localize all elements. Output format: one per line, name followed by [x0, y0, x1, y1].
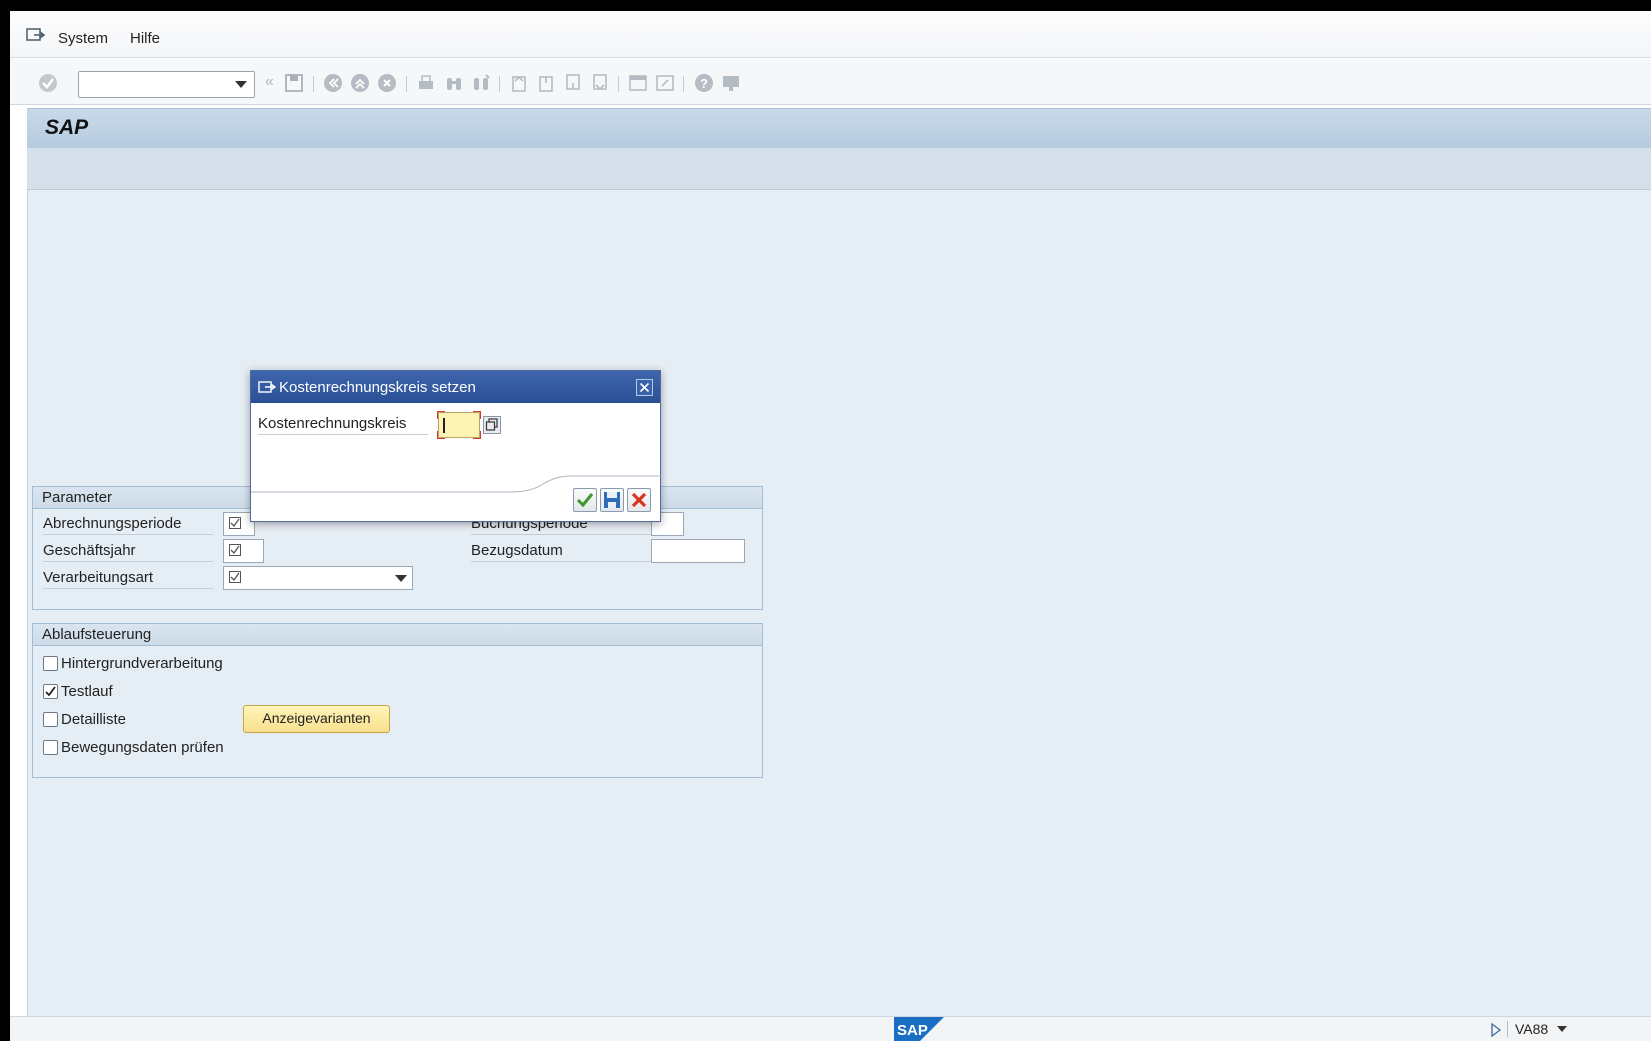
input-kostenrechnungskreis[interactable] [437, 411, 481, 439]
toolbar: « ? [10, 59, 1651, 105]
label-geschaeftsjahr: Geschäftsjahr [43, 540, 213, 562]
required-check-icon [229, 517, 241, 529]
chevron-down-icon[interactable] [395, 575, 407, 582]
previous-page-icon[interactable] [536, 73, 556, 93]
shortcut-icon[interactable] [655, 73, 675, 93]
label-bewegungsdaten-pruefen: Bewegungsdaten prüfen [61, 739, 224, 756]
title-bar: SAP [27, 108, 1651, 148]
save-icon[interactable] [284, 73, 304, 93]
group-ablaufsteuerung: Ablaufsteuerung Hintergrundverarbeitung … [32, 623, 763, 778]
label-detailliste: Detailliste [61, 711, 127, 728]
print-icon[interactable] [416, 73, 436, 93]
menu-system[interactable]: System [58, 30, 108, 47]
check-icon [45, 686, 56, 697]
menu-bar: System Hilfe [10, 11, 1651, 58]
enter-check-icon[interactable] [38, 73, 58, 93]
field-geschaeftsjahr[interactable] [223, 539, 264, 563]
required-check-icon [229, 571, 241, 583]
confirm-button[interactable] [573, 488, 597, 512]
label-testlauf: Testlauf [61, 683, 113, 700]
save-button[interactable] [600, 488, 624, 512]
chevron-down-icon[interactable] [235, 81, 247, 88]
checkbox-detailliste[interactable] [43, 712, 58, 727]
last-page-icon[interactable] [590, 73, 610, 93]
next-page-icon[interactable] [563, 73, 583, 93]
svg-text:SAP: SAP [897, 1022, 928, 1039]
cancel-icon[interactable] [377, 73, 397, 93]
dialog-title: Kostenrechnungskreis setzen [279, 379, 476, 396]
dropdown-verarbeitungsart[interactable] [223, 566, 413, 590]
group-header-ablaufsteuerung: Ablaufsteuerung [33, 624, 762, 646]
dialog-export-icon [258, 381, 277, 393]
dialog-header: Kostenrechnungskreis setzen [251, 371, 660, 403]
application-toolbar [27, 148, 1651, 190]
label-verarbeitungsart: Verarbeitungsart [43, 567, 213, 589]
save-icon [604, 492, 620, 508]
label-kostenrechnungskreis: Kostenrechnungskreis [258, 413, 428, 435]
content-area: Parameter Abrechnungsperiode Geschäftsja… [27, 190, 1651, 1016]
find-next-icon[interactable] [471, 73, 491, 93]
first-page-icon[interactable] [509, 73, 529, 93]
play-triangle-icon[interactable] [1490, 1022, 1502, 1038]
menu-export-icon[interactable] [26, 27, 46, 43]
chevron-down-icon[interactable] [1557, 1026, 1567, 1032]
required-check-icon [229, 544, 241, 556]
label-bezugsdatum: Bezugsdatum [471, 540, 651, 562]
layout-monitor-icon[interactable] [721, 73, 741, 93]
new-session-icon[interactable] [628, 73, 648, 93]
text-cursor [443, 418, 445, 433]
anzeigevarianten-button[interactable]: Anzeigevarianten [243, 705, 390, 733]
field-bezugsdatum[interactable] [651, 539, 745, 563]
status-bar: SAP VA88 [10, 1016, 1651, 1041]
sap-logo-icon: SAP [894, 1017, 944, 1041]
page-title: SAP [45, 116, 89, 139]
label-hintergrundverarbeitung: Hintergrundverarbeitung [61, 655, 223, 672]
cancel-button[interactable] [627, 488, 651, 512]
checkmark-icon [576, 493, 594, 508]
sap-window: System Hilfe « ? SAP Parameter Abrechnun… [10, 11, 1651, 1041]
command-field[interactable] [78, 71, 255, 98]
dialog-kostenrechnungskreis: Kostenrechnungskreis setzen Kostenrechnu… [250, 370, 662, 522]
double-chevron-left-icon[interactable]: « [265, 73, 274, 91]
label-abrechnungsperiode: Abrechnungsperiode [43, 513, 213, 535]
value-help-icon[interactable] [483, 416, 501, 434]
checkbox-hintergrundverarbeitung[interactable] [43, 656, 58, 671]
close-icon[interactable] [636, 379, 653, 396]
svg-text:?: ? [700, 76, 708, 91]
transaction-code: VA88 [1515, 1021, 1549, 1037]
help-icon[interactable]: ? [694, 73, 714, 93]
find-icon[interactable] [444, 73, 464, 93]
checkbox-testlauf[interactable] [43, 684, 58, 699]
back-icon[interactable] [323, 73, 343, 93]
exit-icon[interactable] [350, 73, 370, 93]
cancel-x-icon [631, 492, 647, 508]
menu-hilfe[interactable]: Hilfe [130, 30, 160, 47]
checkbox-bewegungsdaten-pruefen[interactable] [43, 740, 58, 755]
